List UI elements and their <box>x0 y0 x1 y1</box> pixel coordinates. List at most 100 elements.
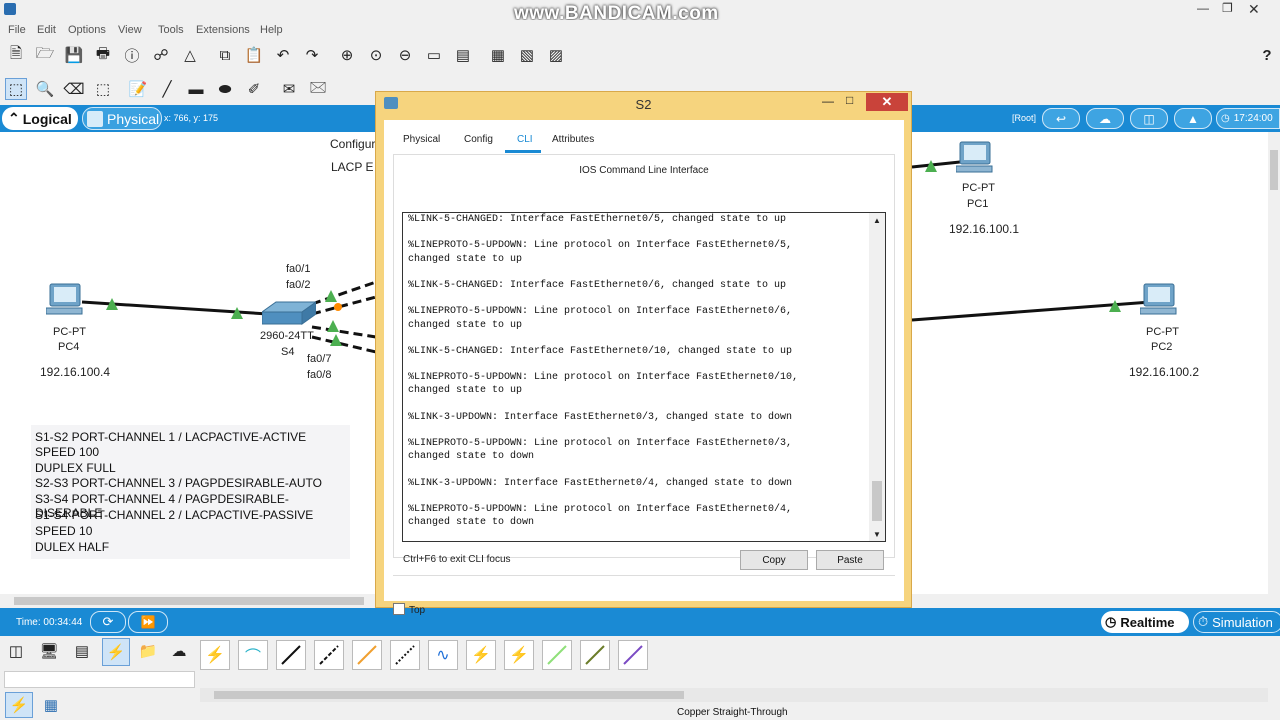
components-icon[interactable]: ▤ <box>71 640 93 662</box>
paste-button[interactable]: Paste <box>816 550 884 570</box>
scroll-up-icon[interactable]: ▲ <box>869 213 885 227</box>
draw-ellipse-icon[interactable]: ⬬ <box>214 78 236 100</box>
end-devices-icon[interactable]: 🖥 <box>38 640 60 662</box>
network-devices-icon[interactable]: ◫ <box>5 640 27 662</box>
drawing-palette-icon[interactable]: ▭ <box>423 44 445 66</box>
resize-icon[interactable]: ⬚ <box>92 78 114 100</box>
cluster-cloud-icon[interactable]: ☁ <box>1086 108 1124 129</box>
minimize-icon[interactable]: — <box>1197 1 1209 15</box>
minimize-icon[interactable]: — <box>822 94 834 108</box>
realtime-mode-button[interactable]: ◷ Realtime <box>1101 611 1189 633</box>
restore-icon[interactable]: □ <box>846 93 853 107</box>
cli-scroll-thumb[interactable] <box>872 481 882 521</box>
port-fa08: fa0/8 <box>307 369 332 381</box>
cli-line: %LINEPROTO-5-UPDOWN: Line protocol on In… <box>408 504 793 516</box>
coaxial-icon[interactable]: ∿ <box>428 640 458 670</box>
inspect-icon[interactable]: 🔍 <box>34 78 56 100</box>
print-icon[interactable]: 🖶 <box>92 44 114 66</box>
menu-view[interactable]: View <box>118 24 142 36</box>
tab-attributes[interactable]: Attributes <box>552 134 594 145</box>
usb-cable-icon[interactable] <box>618 640 648 670</box>
copper-cross-icon[interactable] <box>314 640 344 670</box>
zoom-out-icon[interactable]: ⊖ <box>394 44 416 66</box>
cli-scrollbar[interactable]: ▲ ▼ <box>869 213 885 541</box>
complex-pdu-icon[interactable]: 🖂 <box>307 78 329 100</box>
menu-edit[interactable]: Edit <box>37 24 56 36</box>
pc2-device[interactable] <box>1139 282 1180 318</box>
back-icon[interactable]: ↩ <box>1042 108 1080 129</box>
serial-dce-icon[interactable]: ⚡ <box>466 640 496 670</box>
simple-pdu-icon[interactable]: ✉ <box>278 78 300 100</box>
tab-cli[interactable]: CLI <box>517 134 533 145</box>
activity-wizard-icon[interactable]: △ <box>179 44 201 66</box>
new-file-icon[interactable]: 🗎 <box>5 44 27 66</box>
paste-icon[interactable]: 📋 <box>243 44 265 66</box>
background-icon[interactable]: ▲ <box>1174 108 1212 129</box>
auto-connection-icon[interactable]: ⚡ <box>5 692 33 718</box>
simulation-mode-button[interactable]: ⏱ Simulation <box>1193 611 1280 633</box>
pc1-device[interactable] <box>955 140 996 176</box>
draw-rectangle-icon[interactable]: ▬ <box>185 78 207 100</box>
select-icon[interactable]: ⬚ <box>5 78 27 100</box>
fast-forward-icon[interactable]: ⏩ <box>128 611 168 633</box>
custom-devices-icon[interactable]: ▤ <box>452 44 474 66</box>
console-cable-icon[interactable]: ⌒ <box>238 640 268 670</box>
top-checkbox[interactable] <box>393 603 405 615</box>
multiuser-icon[interactable]: ☁ <box>168 640 190 662</box>
freeform-icon[interactable]: ✐ <box>243 78 265 100</box>
redo-icon[interactable]: ↷ <box>301 44 323 66</box>
phone-cable-icon[interactable] <box>390 640 420 670</box>
place-note-icon[interactable]: 📝 <box>127 78 149 100</box>
cli-line: changed state to up <box>408 253 523 265</box>
power-cycle-icon[interactable]: ⟳ <box>90 611 126 633</box>
cli-console[interactable]: %LINK-5-CHANGED: Interface FastEthernet0… <box>402 212 886 542</box>
scroll-down-icon[interactable]: ▼ <box>869 527 885 541</box>
zoom-in-icon[interactable]: ⊕ <box>336 44 358 66</box>
topology-note[interactable]: S1-S2 PORT-CHANNEL 1 / LACPACTIVE-ACTIVE… <box>31 425 350 559</box>
help-icon[interactable]: ? <box>1256 44 1278 66</box>
close-icon[interactable]: ✕ <box>1248 1 1260 18</box>
menu-file[interactable]: File <box>8 24 26 36</box>
notes-icon[interactable]: ▦ <box>487 44 509 66</box>
pc4-device[interactable] <box>45 282 86 318</box>
menu-options[interactable]: Options <box>68 24 106 36</box>
info-icon[interactable]: ⓘ <box>121 44 143 66</box>
auto-connection-cable-icon[interactable]: ⚡ <box>200 640 230 670</box>
close-icon[interactable]: ✕ <box>866 93 908 111</box>
tab-physical-label: Physical <box>107 110 160 127</box>
tab-physical[interactable]: Physical <box>403 134 440 145</box>
tab-config[interactable]: Config <box>464 134 493 145</box>
fiber-icon[interactable] <box>352 640 382 670</box>
octal-cable-icon[interactable] <box>542 640 572 670</box>
copper-straight-icon[interactable] <box>276 640 306 670</box>
zoom-reset-icon[interactable]: ⊙ <box>365 44 387 66</box>
copy-button[interactable]: Copy <box>740 550 808 570</box>
device-search-field[interactable] <box>4 671 195 688</box>
menu-help[interactable]: Help <box>260 24 283 36</box>
viewport-icon[interactable]: ◫ <box>1130 108 1168 129</box>
tab-logical[interactable]: ⌃ Logical <box>2 107 78 130</box>
cluster-icon[interactable]: ▧ <box>516 44 538 66</box>
misc-icon[interactable]: 📁 <box>137 640 159 662</box>
menu-extensions[interactable]: Extensions <box>196 24 250 36</box>
menu-tools[interactable]: Tools <box>158 24 184 36</box>
config-note-text: Configur <box>330 137 376 151</box>
delete-icon[interactable]: ⌫ <box>63 78 85 100</box>
tab-physical[interactable]: Physical <box>82 107 162 130</box>
connections-icon[interactable]: ⚡ <box>102 638 130 666</box>
image-icon[interactable]: ▨ <box>545 44 567 66</box>
logical-icon: ⌃ <box>8 110 20 126</box>
palette-scrollbar[interactable] <box>200 688 1268 702</box>
copy-icon[interactable]: ⧉ <box>214 44 236 66</box>
network-icon[interactable]: ☍ <box>150 44 172 66</box>
undo-icon[interactable]: ↶ <box>272 44 294 66</box>
save-icon[interactable]: 💾 <box>63 44 85 66</box>
workspace-vertical-scrollbar[interactable] <box>1268 132 1280 594</box>
s4-switch[interactable] <box>260 300 318 328</box>
iot-custom-cable-icon[interactable] <box>580 640 610 670</box>
draw-line-icon[interactable]: ╱ <box>156 78 178 100</box>
serial-dte-icon[interactable]: ⚡ <box>504 640 534 670</box>
open-folder-icon[interactable]: 🗁 <box>34 44 56 66</box>
grid-icon[interactable]: ▦ <box>40 694 62 716</box>
restore-icon[interactable]: ❐ <box>1222 1 1233 15</box>
